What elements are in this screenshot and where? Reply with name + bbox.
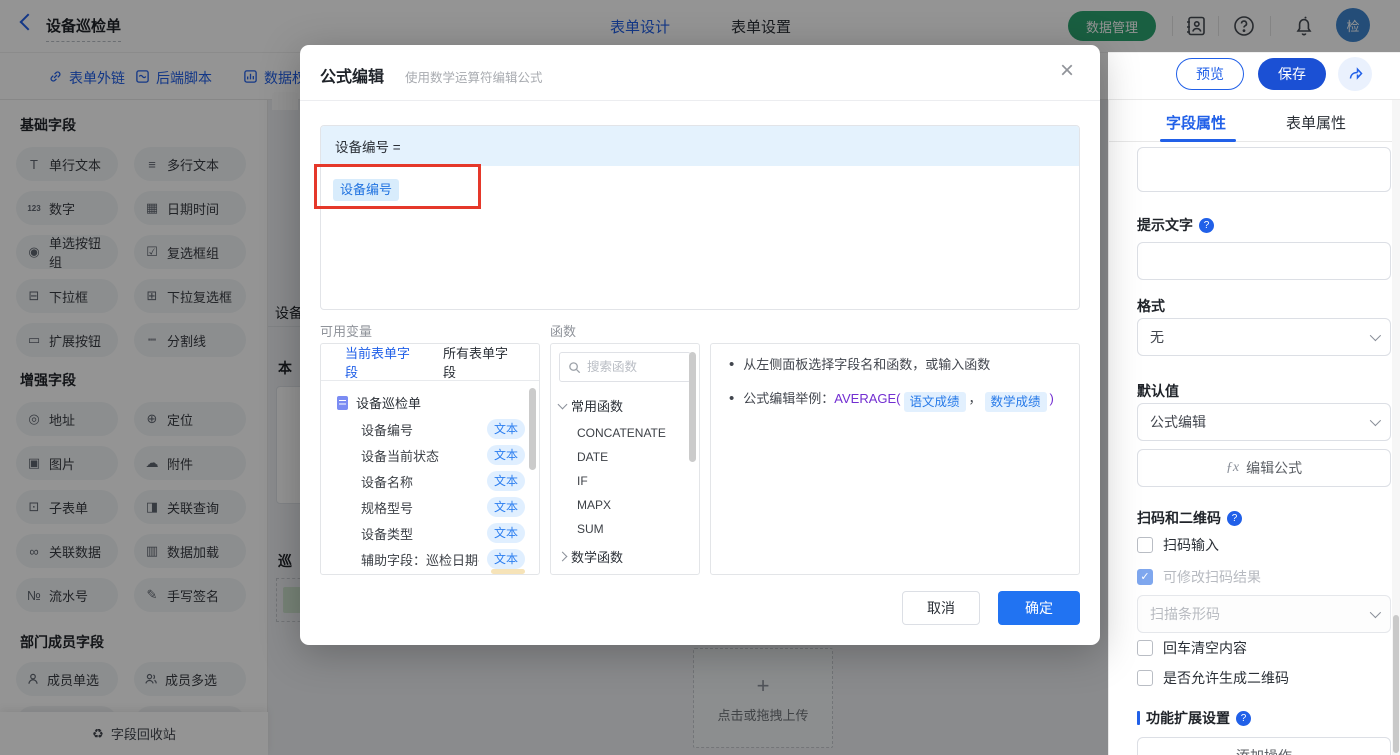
fx-icon: ƒx xyxy=(1225,460,1240,475)
format-select[interactable]: 无 xyxy=(1137,318,1391,356)
dialog-title: 公式编辑 xyxy=(320,69,385,86)
help-icon[interactable]: ? xyxy=(1236,710,1251,726)
cancel-button[interactable]: 取消 xyxy=(902,591,980,625)
chevron-down-icon xyxy=(1369,329,1382,342)
modify-scan-result-checkbox[interactable]: ✓ 可修改扫码结果 xyxy=(1137,567,1261,587)
function-group-math[interactable]: 数学函数 xyxy=(551,541,699,572)
tab-form-properties[interactable]: 表单属性 xyxy=(1286,112,1346,133)
functions-panel: 常用函数 CONCATENATE DATE IF MAPX SUM 数学函数 文… xyxy=(550,343,700,575)
scrollbar-thumb[interactable] xyxy=(529,388,536,470)
divider xyxy=(300,100,1100,101)
function-name: AVERAGE( xyxy=(834,391,901,406)
variable-row[interactable]: 设备编号 文本 xyxy=(321,416,539,442)
scrollbar-thumb[interactable] xyxy=(689,352,696,462)
field-chip: 数学成绩 xyxy=(984,392,1047,412)
format-label: 格式 xyxy=(1137,298,1165,314)
functions-label: 函数 xyxy=(550,324,577,339)
modal-overlay xyxy=(1108,0,1400,52)
checkbox-unchecked-icon xyxy=(1137,670,1153,686)
section-bar xyxy=(1137,711,1140,725)
variable-row[interactable]: 设备类型 文本 xyxy=(321,520,539,546)
search-input[interactable] xyxy=(587,360,687,374)
close-icon[interactable]: × xyxy=(1060,59,1074,83)
function-item[interactable]: DATE xyxy=(551,445,699,469)
tab-current-form-fields[interactable]: 当前表单字段 xyxy=(345,344,417,381)
tips-panel: • 从左侧面板选择字段名和函数，或输入函数 • 公式编辑举例：AVERAGE(语… xyxy=(710,343,1080,575)
function-item[interactable]: IF xyxy=(551,469,699,493)
scan-input-checkbox[interactable]: 扫码输入 xyxy=(1137,535,1219,555)
field-chip: 语文成绩 xyxy=(903,392,966,412)
function-search[interactable] xyxy=(559,352,691,382)
extension-settings-section: 功能扩展设置 ? xyxy=(1137,708,1251,728)
tab-field-properties[interactable]: 字段属性 xyxy=(1166,112,1226,133)
tab-all-form-fields[interactable]: 所有表单字段 xyxy=(443,344,515,381)
checkbox-unchecked-icon xyxy=(1137,537,1153,553)
properties-panel: 字段属性 表单属性 提示文字 ? 格式 无 默认值 公式编辑 ƒx 编辑公式 扫… xyxy=(1108,100,1400,755)
function-group-common[interactable]: 常用函数 xyxy=(551,390,699,421)
type-badge: 文本 xyxy=(486,445,525,465)
formula-editor-dialog: 公式编辑 使用数学运算符编辑公式 × 设备编号 = 设备编号 可用变量 函数 当… xyxy=(300,45,1100,645)
scan-qrcode-section: 扫码和二维码 ? xyxy=(1137,508,1242,528)
chevron-down-icon xyxy=(557,399,568,409)
description-input-partial[interactable] xyxy=(1137,147,1391,192)
save-button[interactable]: 保存 xyxy=(1258,58,1326,90)
enter-clear-checkbox[interactable]: 回车清空内容 xyxy=(1137,638,1247,658)
allow-qrcode-checkbox[interactable]: 是否允许生成二维码 xyxy=(1137,668,1289,688)
hint-text-label: 提示文字 ? xyxy=(1137,215,1214,235)
function-group-text[interactable]: 文本函数 xyxy=(551,572,699,574)
formula-target: 设备编号 = xyxy=(321,126,1079,166)
variable-row[interactable]: 规格型号 文本 xyxy=(321,494,539,520)
properties-tabs: 字段属性 表单属性 xyxy=(1109,100,1400,142)
variables-tabs: 当前表单字段 所有表单字段 xyxy=(321,344,539,381)
tip-line: • 从左侧面板选择字段名和函数，或输入函数 xyxy=(729,356,991,373)
share-arrow-icon xyxy=(1349,66,1363,80)
checkbox-unchecked-icon xyxy=(1137,640,1153,656)
help-icon[interactable]: ? xyxy=(1227,510,1242,526)
search-icon xyxy=(569,361,581,373)
hint-text-input[interactable] xyxy=(1137,242,1391,280)
tip-example-line: • 公式编辑举例：AVERAGE(语文成绩，数学成绩) xyxy=(711,378,1079,414)
function-item[interactable]: MAPX xyxy=(551,493,699,517)
checkbox-checked-icon: ✓ xyxy=(1137,569,1153,585)
type-badge: 文本 xyxy=(486,497,525,517)
edit-formula-button[interactable]: ƒx 编辑公式 xyxy=(1137,449,1391,487)
scan-mode-select[interactable]: 扫描条形码 xyxy=(1137,595,1391,633)
type-badge-partial xyxy=(491,569,525,574)
document-icon xyxy=(337,395,348,410)
dialog-subtitle: 使用数学运算符编辑公式 xyxy=(405,71,543,85)
preview-button[interactable]: 预览 xyxy=(1176,58,1244,90)
type-badge: 文本 xyxy=(486,523,525,543)
variables-label: 可用变量 xyxy=(320,324,373,339)
variable-row[interactable]: 设备名称 文本 xyxy=(321,468,539,494)
share-button[interactable] xyxy=(1338,57,1372,91)
default-value-label: 默认值 xyxy=(1137,383,1179,399)
variable-row[interactable]: 设备当前状态 文本 xyxy=(321,442,539,468)
type-badge: 文本 xyxy=(486,549,525,569)
type-badge: 文本 xyxy=(486,419,525,439)
chevron-down-icon xyxy=(1369,414,1382,427)
help-icon[interactable]: ? xyxy=(1199,217,1214,233)
active-tab-underline xyxy=(1160,139,1236,142)
add-action-button[interactable]: 添加操作 xyxy=(1137,737,1391,755)
default-value-select[interactable]: 公式编辑 xyxy=(1137,403,1391,441)
confirm-button[interactable]: 确定 xyxy=(998,591,1080,625)
variables-panel: 当前表单字段 所有表单字段 设备巡检单 设备编号 文本 设备当前状态 文本 设备名称… xyxy=(320,343,540,575)
type-badge: 文本 xyxy=(486,471,525,491)
function-item[interactable]: SUM xyxy=(551,517,699,541)
scrollbar-thumb[interactable] xyxy=(1393,615,1399,753)
app-window: 设备巡检单 表单设计 表单设置 数据管理 检 表单外链 后端脚本 数据权限 预览… xyxy=(0,0,1400,755)
annotation-red-box xyxy=(314,164,481,209)
tree-root[interactable]: 设备巡检单 xyxy=(321,381,539,416)
function-item[interactable]: CONCATENATE xyxy=(551,421,699,445)
chevron-down-icon xyxy=(1369,606,1382,619)
formula-editor[interactable]: 设备编号 = 设备编号 xyxy=(320,125,1080,310)
chevron-right-icon xyxy=(557,551,568,562)
